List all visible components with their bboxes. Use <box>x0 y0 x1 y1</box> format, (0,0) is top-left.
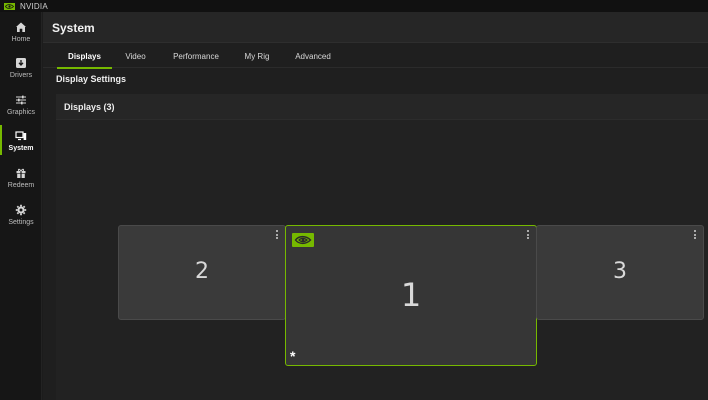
sidebar-item-home[interactable]: Home <box>0 16 42 50</box>
more-options-icon[interactable] <box>275 230 279 239</box>
sliders-icon <box>16 95 26 105</box>
more-options-icon[interactable] <box>526 230 530 239</box>
tab-displays[interactable]: Displays <box>57 44 112 69</box>
displays-panel-header: Displays (3) <box>56 94 708 120</box>
tab-label: Displays <box>68 51 101 61</box>
active-indicator <box>0 125 2 155</box>
gear-icon <box>15 204 27 216</box>
tab-video[interactable]: Video <box>120 44 151 68</box>
sidebar-item-redeem[interactable]: Redeem <box>0 162 42 196</box>
monitor-number: 1 <box>400 276 422 314</box>
monitor-number: 2 <box>195 259 209 284</box>
tab-my-rig[interactable]: My Rig <box>241 44 273 68</box>
sidebar-item-label: Settings <box>8 219 34 226</box>
gift-icon <box>16 168 26 178</box>
sidebar-item-graphics[interactable]: Graphics <box>0 89 42 123</box>
sidebar-item-label: Drivers <box>9 72 33 79</box>
sidebar-item-system[interactable]: System <box>0 125 42 159</box>
sidebar-item-label: Redeem <box>7 182 35 189</box>
tab-label: Video <box>125 51 146 61</box>
page-title: System <box>52 21 95 35</box>
sidebar-item-drivers[interactable]: Drivers <box>0 52 42 86</box>
sidebar-item-label: System <box>8 145 34 152</box>
sidebar: Home Drivers Graphics System Redeem Sett… <box>0 12 42 400</box>
download-icon <box>16 58 26 68</box>
monitor-tile-3[interactable]: 3 <box>536 225 704 320</box>
display-settings-heading: Display Settings <box>56 74 127 84</box>
nvidia-logo-icon <box>4 2 15 10</box>
displays-panel: Displays (3) 2 1 * 3 <box>56 94 708 400</box>
tab-label: Advanced <box>295 51 331 61</box>
primary-display-marker: * <box>290 348 296 364</box>
sidebar-item-label: Home <box>11 36 31 43</box>
monitor-tile-2[interactable]: 2 <box>118 225 286 320</box>
tab-advanced[interactable]: Advanced <box>292 44 334 68</box>
app-title: NVIDIA <box>20 1 48 11</box>
tab-active-underline <box>57 67 112 69</box>
home-icon <box>16 22 26 32</box>
title-bar: NVIDIA <box>0 0 708 12</box>
sidebar-item-settings[interactable]: Settings <box>0 199 42 233</box>
sidebar-item-label: Graphics <box>6 109 35 116</box>
nvidia-logo-icon <box>292 233 314 247</box>
tab-performance[interactable]: Performance <box>169 44 223 68</box>
main-content: System Displays Video Performance My Rig… <box>43 12 708 400</box>
tab-label: Performance <box>173 51 219 61</box>
page-header: System <box>43 12 708 43</box>
monitor-tile-1[interactable]: 1 * <box>285 225 537 366</box>
displays-count-title: Displays (3) <box>64 102 115 112</box>
more-options-icon[interactable] <box>693 230 697 239</box>
tab-label: My Rig <box>244 51 270 61</box>
tab-bar: Displays Video Performance My Rig Advanc… <box>43 44 708 69</box>
monitor-number: 3 <box>613 259 627 284</box>
monitor-icon <box>15 131 27 141</box>
